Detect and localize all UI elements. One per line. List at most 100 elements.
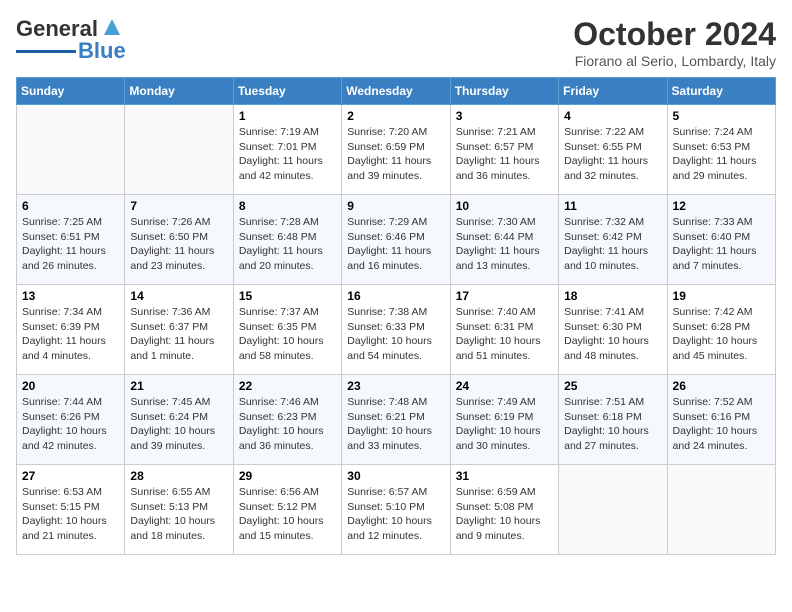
day-number: 24 bbox=[456, 379, 553, 393]
day-info: Sunrise: 7:48 AM Sunset: 6:21 PM Dayligh… bbox=[347, 395, 444, 454]
day-number: 9 bbox=[347, 199, 444, 213]
day-info: Sunrise: 7:29 AM Sunset: 6:46 PM Dayligh… bbox=[347, 215, 444, 274]
calendar-cell: 17 Sunrise: 7:40 AM Sunset: 6:31 PM Dayli… bbox=[450, 285, 558, 375]
calendar-cell: 29 Sunrise: 6:56 AM Sunset: 5:12 PM Dayli… bbox=[233, 465, 341, 555]
calendar-cell: 5 Sunrise: 7:24 AM Sunset: 6:53 PM Daylig… bbox=[667, 105, 775, 195]
calendar-cell: 18 Sunrise: 7:41 AM Sunset: 6:30 PM Dayli… bbox=[559, 285, 667, 375]
day-number: 12 bbox=[673, 199, 770, 213]
calendar-cell: 3Sunrise: 7:21 AM Sunset: 6:57 PM Daylig… bbox=[450, 105, 558, 195]
calendar-cell: 2 Sunrise: 7:20 AM Sunset: 6:59 PM Daylig… bbox=[342, 105, 450, 195]
day-info: Sunrise: 7:33 AM Sunset: 6:40 PM Dayligh… bbox=[673, 215, 770, 274]
calendar-cell: 9 Sunrise: 7:29 AM Sunset: 6:46 PM Daylig… bbox=[342, 195, 450, 285]
calendar-cell: 28 Sunrise: 6:55 AM Sunset: 5:13 PM Dayli… bbox=[125, 465, 233, 555]
day-number: 21 bbox=[130, 379, 227, 393]
day-number: 10 bbox=[456, 199, 553, 213]
calendar-cell: 24Sunrise: 7:49 AM Sunset: 6:19 PM Dayli… bbox=[450, 375, 558, 465]
day-info: Sunrise: 7:28 AM Sunset: 6:48 PM Dayligh… bbox=[239, 215, 336, 274]
day-number: 16 bbox=[347, 289, 444, 303]
day-info: Sunrise: 7:44 AM Sunset: 6:26 PM Dayligh… bbox=[22, 395, 119, 454]
day-number: 23 bbox=[347, 379, 444, 393]
calendar-cell: 31 Sunrise: 6:59 AM Sunset: 5:08 PM Dayli… bbox=[450, 465, 558, 555]
day-info: Sunrise: 6:55 AM Sunset: 5:13 PM Dayligh… bbox=[130, 485, 227, 544]
location-subtitle: Fiorano al Serio, Lombardy, Italy bbox=[573, 53, 776, 69]
weekday-header-sunday: Sunday bbox=[17, 78, 125, 105]
day-info: Sunrise: 6:53 AM Sunset: 5:15 PM Dayligh… bbox=[22, 485, 119, 544]
calendar-week-row: 13 Sunrise: 7:34 AM Sunset: 6:39 PM Dayli… bbox=[17, 285, 776, 375]
weekday-header-friday: Friday bbox=[559, 78, 667, 105]
day-number: 2 bbox=[347, 109, 444, 123]
calendar-cell: 20 Sunrise: 7:44 AM Sunset: 6:26 PM Dayli… bbox=[17, 375, 125, 465]
day-info: Sunrise: 7:41 AM Sunset: 6:30 PM Dayligh… bbox=[564, 305, 661, 364]
day-number: 20 bbox=[22, 379, 119, 393]
weekday-header-wednesday: Wednesday bbox=[342, 78, 450, 105]
day-info: Sunrise: 7:37 AM Sunset: 6:35 PM Dayligh… bbox=[239, 305, 336, 364]
calendar-cell: 21 Sunrise: 7:45 AM Sunset: 6:24 PM Dayli… bbox=[125, 375, 233, 465]
day-info: Sunrise: 7:24 AM Sunset: 6:53 PM Dayligh… bbox=[673, 125, 770, 184]
calendar-header-row: SundayMondayTuesdayWednesdayThursdayFrid… bbox=[17, 78, 776, 105]
weekday-header-tuesday: Tuesday bbox=[233, 78, 341, 105]
logo-arrow-icon bbox=[102, 17, 122, 37]
day-number: 27 bbox=[22, 469, 119, 483]
day-info: Sunrise: 7:40 AM Sunset: 6:31 PM Dayligh… bbox=[456, 305, 553, 364]
calendar-cell: 23 Sunrise: 7:48 AM Sunset: 6:21 PM Dayli… bbox=[342, 375, 450, 465]
day-number: 18 bbox=[564, 289, 661, 303]
calendar-cell: 30 Sunrise: 6:57 AM Sunset: 5:10 PM Dayli… bbox=[342, 465, 450, 555]
day-info: Sunrise: 7:46 AM Sunset: 6:23 PM Dayligh… bbox=[239, 395, 336, 454]
day-info: Sunrise: 7:51 AM Sunset: 6:18 PM Dayligh… bbox=[564, 395, 661, 454]
title-block: October 2024 Fiorano al Serio, Lombardy,… bbox=[573, 16, 776, 69]
day-number: 13 bbox=[22, 289, 119, 303]
calendar-cell: 11 Sunrise: 7:32 AM Sunset: 6:42 PM Dayli… bbox=[559, 195, 667, 285]
calendar-cell: 8 Sunrise: 7:28 AM Sunset: 6:48 PM Daylig… bbox=[233, 195, 341, 285]
calendar-cell bbox=[125, 105, 233, 195]
calendar-cell bbox=[17, 105, 125, 195]
day-number: 26 bbox=[673, 379, 770, 393]
day-number: 15 bbox=[239, 289, 336, 303]
day-info: Sunrise: 7:30 AM Sunset: 6:44 PM Dayligh… bbox=[456, 215, 553, 274]
calendar-cell: 12 Sunrise: 7:33 AM Sunset: 6:40 PM Dayli… bbox=[667, 195, 775, 285]
day-info: Sunrise: 7:42 AM Sunset: 6:28 PM Dayligh… bbox=[673, 305, 770, 364]
day-number: 30 bbox=[347, 469, 444, 483]
calendar-cell: 22 Sunrise: 7:46 AM Sunset: 6:23 PM Dayli… bbox=[233, 375, 341, 465]
weekday-header-saturday: Saturday bbox=[667, 78, 775, 105]
calendar-cell: 16 Sunrise: 7:38 AM Sunset: 6:33 PM Dayli… bbox=[342, 285, 450, 375]
logo: General Blue bbox=[16, 16, 126, 64]
calendar-week-row: 1Sunrise: 7:19 AM Sunset: 7:01 PM Daylig… bbox=[17, 105, 776, 195]
month-year-title: October 2024 bbox=[573, 16, 776, 53]
day-info: Sunrise: 7:34 AM Sunset: 6:39 PM Dayligh… bbox=[22, 305, 119, 364]
calendar-cell: 10 Sunrise: 7:30 AM Sunset: 6:44 PM Dayli… bbox=[450, 195, 558, 285]
day-info: Sunrise: 7:25 AM Sunset: 6:51 PM Dayligh… bbox=[22, 215, 119, 274]
day-info: Sunrise: 7:38 AM Sunset: 6:33 PM Dayligh… bbox=[347, 305, 444, 364]
day-number: 25 bbox=[564, 379, 661, 393]
day-number: 28 bbox=[130, 469, 227, 483]
day-number: 29 bbox=[239, 469, 336, 483]
day-number: 8 bbox=[239, 199, 336, 213]
calendar-week-row: 27 Sunrise: 6:53 AM Sunset: 5:15 PM Dayli… bbox=[17, 465, 776, 555]
day-number: 6 bbox=[22, 199, 119, 213]
day-number: 14 bbox=[130, 289, 227, 303]
day-number: 1 bbox=[239, 109, 336, 123]
day-info: Sunrise: 7:20 AM Sunset: 6:59 PM Dayligh… bbox=[347, 125, 444, 184]
calendar-cell: 4Sunrise: 7:22 AM Sunset: 6:55 PM Daylig… bbox=[559, 105, 667, 195]
calendar-cell: 15 Sunrise: 7:37 AM Sunset: 6:35 PM Dayli… bbox=[233, 285, 341, 375]
day-info: Sunrise: 7:45 AM Sunset: 6:24 PM Dayligh… bbox=[130, 395, 227, 454]
calendar-table: SundayMondayTuesdayWednesdayThursdayFrid… bbox=[16, 77, 776, 555]
day-number: 17 bbox=[456, 289, 553, 303]
day-info: Sunrise: 7:36 AM Sunset: 6:37 PM Dayligh… bbox=[130, 305, 227, 364]
calendar-cell: 27 Sunrise: 6:53 AM Sunset: 5:15 PM Dayli… bbox=[17, 465, 125, 555]
day-info: Sunrise: 6:59 AM Sunset: 5:08 PM Dayligh… bbox=[456, 485, 553, 544]
logo-blue: Blue bbox=[78, 38, 126, 64]
day-info: Sunrise: 6:57 AM Sunset: 5:10 PM Dayligh… bbox=[347, 485, 444, 544]
day-number: 5 bbox=[673, 109, 770, 123]
calendar-cell: 1Sunrise: 7:19 AM Sunset: 7:01 PM Daylig… bbox=[233, 105, 341, 195]
calendar-cell bbox=[559, 465, 667, 555]
calendar-cell: 6 Sunrise: 7:25 AM Sunset: 6:51 PM Daylig… bbox=[17, 195, 125, 285]
day-info: Sunrise: 7:21 AM Sunset: 6:57 PM Dayligh… bbox=[456, 125, 553, 184]
day-number: 22 bbox=[239, 379, 336, 393]
calendar-cell: 7Sunrise: 7:26 AM Sunset: 6:50 PM Daylig… bbox=[125, 195, 233, 285]
day-info: Sunrise: 6:56 AM Sunset: 5:12 PM Dayligh… bbox=[239, 485, 336, 544]
calendar-cell: 13 Sunrise: 7:34 AM Sunset: 6:39 PM Dayli… bbox=[17, 285, 125, 375]
calendar-cell: 26Sunrise: 7:52 AM Sunset: 6:16 PM Dayli… bbox=[667, 375, 775, 465]
day-number: 31 bbox=[456, 469, 553, 483]
day-info: Sunrise: 7:32 AM Sunset: 6:42 PM Dayligh… bbox=[564, 215, 661, 274]
day-number: 11 bbox=[564, 199, 661, 213]
